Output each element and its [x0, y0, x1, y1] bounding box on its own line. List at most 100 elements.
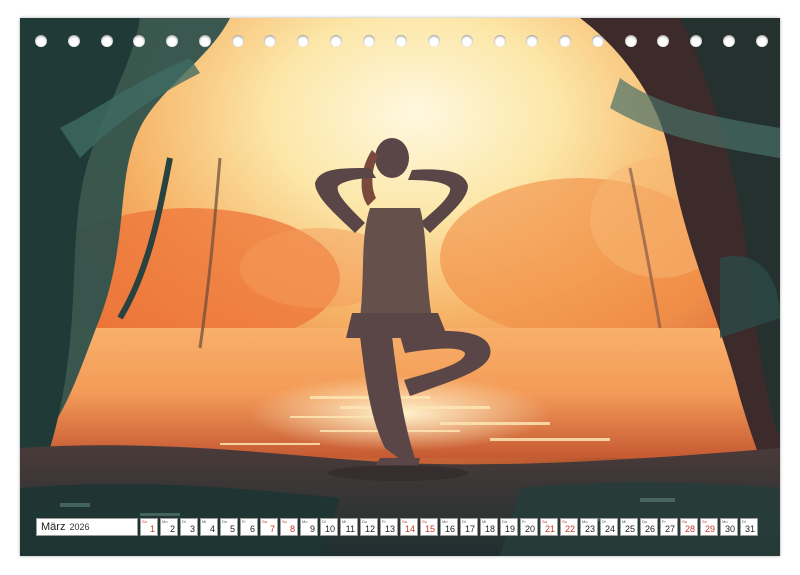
day-number: 28: [684, 524, 695, 534]
day-cell: Di 3: [180, 518, 198, 536]
binding-hole: [198, 35, 211, 47]
day-cell: So 8: [280, 518, 298, 536]
weekday-label: Mi: [202, 519, 207, 524]
day-cell: Mi 18: [480, 518, 498, 536]
day-number: 5: [229, 524, 235, 534]
date-strip: März 2026 So 1 Mo 2 Di 3 Mi 4 Do 5 Fr 6 Sa 7 So 8 Mo 9 Di 1…: [36, 518, 780, 536]
day-cell: Fr 20: [520, 518, 538, 536]
binding-hole: [690, 35, 702, 47]
day-cell: Do 12: [360, 518, 378, 536]
day-number: 14: [404, 524, 415, 534]
day-cell: Di 10: [320, 518, 338, 536]
day-cell: Di 17: [460, 518, 478, 536]
day-cell: So 1: [140, 518, 158, 536]
binding-hole: [526, 35, 539, 47]
day-cell: Di 24: [600, 518, 618, 536]
day-cell: Sa 28: [680, 518, 698, 536]
binding-hole: [329, 35, 342, 47]
binding-hole: [362, 35, 375, 47]
binding-hole: [428, 35, 440, 47]
weekday-label: So: [142, 519, 147, 524]
day-cell: Sa 21: [540, 518, 558, 536]
binding-hole: [755, 35, 768, 47]
weekday-label: Di: [182, 519, 186, 524]
binding-hole: [231, 35, 244, 47]
day-cell: Mo 9: [300, 518, 318, 536]
day-cell: Mi 11: [340, 518, 358, 536]
binding-hole: [166, 35, 178, 47]
day-cell: So 29: [700, 518, 718, 536]
day-number: 24: [604, 524, 615, 534]
weekday-label: Sa: [262, 519, 267, 524]
binding-hole: [297, 35, 309, 47]
weekday-label: Do: [222, 519, 228, 524]
binding-hole: [35, 35, 47, 47]
day-number: 30: [724, 524, 735, 534]
binding-hole: [624, 35, 637, 47]
day-number: 17: [464, 524, 475, 534]
binding-hole: [559, 35, 571, 47]
day-number: 22: [564, 524, 575, 534]
day-number: 15: [424, 524, 435, 534]
binding-hole: [591, 35, 604, 47]
binding-hole: [264, 35, 277, 47]
day-number: 2: [169, 524, 175, 534]
day-number: 8: [289, 524, 295, 534]
weekday-label: Mo: [302, 519, 308, 524]
binding-holes: [20, 18, 780, 58]
day-cell: Mi 4: [200, 518, 218, 536]
day-number: 6: [249, 524, 255, 534]
day-cell: Mi 25: [620, 518, 638, 536]
day-number: 19: [504, 524, 515, 534]
day-cell: Sa 14: [400, 518, 418, 536]
day-number: 20: [524, 524, 535, 534]
day-number: 25: [624, 524, 635, 534]
day-number: 7: [269, 524, 275, 534]
day-number: 11: [345, 524, 355, 534]
day-cell: Mo 16: [440, 518, 458, 536]
day-cell: Do 26: [640, 518, 658, 536]
day-cell: Fr 6: [240, 518, 258, 536]
day-number: 23: [584, 524, 595, 534]
day-number: 21: [544, 524, 555, 534]
day-cell: Do 19: [500, 518, 518, 536]
weekday-label: So: [282, 519, 287, 524]
day-cell: Fr 27: [660, 518, 678, 536]
day-number: 27: [664, 524, 675, 534]
day-cell: Di 31: [740, 518, 758, 536]
day-cell: Mo 23: [580, 518, 598, 536]
day-number: 18: [484, 524, 495, 534]
binding-hole: [133, 35, 146, 47]
binding-hole: [67, 35, 80, 47]
day-number: 26: [644, 524, 655, 534]
binding-hole: [722, 35, 735, 47]
day-number: 10: [324, 524, 335, 534]
weekday-label: Fr: [242, 519, 246, 524]
day-cell: Fr 13: [380, 518, 398, 536]
day-number: 9: [309, 524, 315, 534]
day-cell: Sa 7: [260, 518, 278, 536]
day-cell: So 15: [420, 518, 438, 536]
day-number: 31: [744, 524, 755, 534]
day-cell: Mo 2: [160, 518, 178, 536]
yoga-silhouette-artwork: [20, 18, 780, 556]
binding-hole: [493, 35, 506, 47]
binding-hole: [657, 35, 670, 47]
day-number: 29: [704, 524, 715, 534]
day-number: 12: [364, 524, 375, 534]
day-number: 4: [209, 524, 215, 534]
weekday-label: Mo: [162, 519, 168, 524]
day-cell: So 22: [560, 518, 578, 536]
month-label: März 2026: [36, 518, 138, 536]
calendar-page: März 2026 So 1 Mo 2 Di 3 Mi 4 Do 5 Fr 6 Sa 7 So 8 Mo 9 Di 1…: [20, 18, 780, 556]
day-number: 3: [189, 524, 195, 534]
month-name: März: [41, 521, 66, 533]
day-number: 16: [444, 524, 455, 534]
day-cell: Do 5: [220, 518, 238, 536]
binding-hole: [460, 35, 473, 47]
day-cell: Mo 30: [720, 518, 738, 536]
day-number: 13: [384, 524, 395, 534]
day-number: 1: [149, 524, 155, 534]
binding-hole: [395, 35, 408, 47]
binding-hole: [100, 35, 113, 47]
